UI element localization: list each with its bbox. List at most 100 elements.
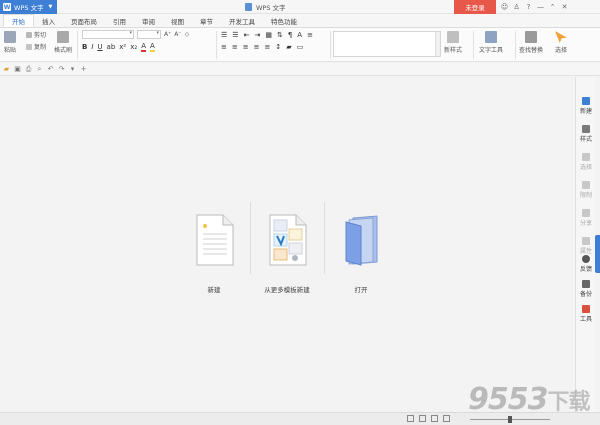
strikethrough-icon[interactable]: ab [107, 43, 116, 51]
copy-icon [26, 43, 32, 50]
minimize-icon[interactable]: — [536, 3, 545, 11]
tab-page-layout[interactable]: 页面布局 [63, 14, 105, 27]
app-menu-button[interactable]: W WPS 文字 ▼ [0, 0, 57, 14]
find-replace-button[interactable]: 查找替换 [519, 31, 543, 54]
paste-button[interactable]: 粘贴 [4, 31, 16, 54]
line-spacing-icon[interactable]: ≡ [307, 31, 313, 39]
text-tools-label: 文字工具 [479, 47, 504, 54]
justify-icon[interactable]: ≡ [254, 43, 260, 51]
sidebar-item-tools[interactable]: 工具 [576, 305, 596, 323]
shading-icon[interactable]: ▰ [286, 43, 291, 51]
style-gallery[interactable] [333, 31, 441, 57]
highlight-icon[interactable]: A [149, 42, 155, 52]
sidebar-item-backup[interactable]: 备份 [576, 280, 596, 298]
italic-icon[interactable]: I [91, 43, 93, 51]
table-icon[interactable]: ▦ [265, 31, 272, 39]
subscript-icon[interactable]: x₂ [130, 43, 137, 51]
sidebar-item-feedback[interactable]: 反馈 [576, 255, 596, 273]
spacing-icon[interactable]: ↕ [275, 43, 281, 51]
copy-button[interactable]: 复制 [26, 42, 46, 51]
print-preview-icon[interactable]: ⌕ [36, 65, 43, 74]
open-document-button[interactable] [343, 214, 381, 266]
new-from-template-label[interactable]: 从更多模板新建 [264, 284, 310, 294]
format-painter-button[interactable]: 格式刷 [54, 31, 72, 54]
tab-home[interactable]: 开始 [3, 14, 34, 27]
sidebar-item-new[interactable]: 新建 [576, 97, 596, 115]
outdent-icon[interactable]: ⇤ [244, 31, 250, 39]
open-folder-icon[interactable]: ▰ [3, 65, 10, 73]
border-icon[interactable]: ▭ [297, 43, 304, 51]
web-view-icon[interactable] [431, 415, 438, 422]
sidebar-item-select[interactable]: 选择 [576, 153, 596, 171]
tab-view[interactable]: 视图 [163, 14, 192, 27]
skin-icon[interactable]: ☺ [500, 3, 509, 11]
backup-icon [582, 280, 590, 288]
redo-icon[interactable]: ↷ [58, 65, 65, 73]
read-view-icon[interactable] [443, 415, 450, 422]
tab-section[interactable]: 章节 [192, 14, 221, 27]
chevron-down-icon[interactable]: ▾ [69, 65, 76, 73]
superscript-icon[interactable]: x² [119, 43, 126, 51]
save-icon[interactable]: ▣ [14, 65, 21, 73]
close-icon[interactable]: ✕ [560, 3, 569, 11]
distribute-icon[interactable]: ≡ [265, 43, 271, 51]
text-direction-icon[interactable]: A [297, 31, 302, 39]
font-color-icon[interactable]: A [141, 42, 146, 52]
cut-label: 剪切 [34, 32, 47, 39]
new-from-template-button[interactable] [269, 214, 307, 266]
new-document-label[interactable]: 新建 [208, 284, 221, 294]
sidebar-item-label: 选择 [579, 164, 592, 171]
sidebar-item-label: 分享 [579, 220, 592, 227]
align-right-icon[interactable]: ≡ [243, 43, 249, 51]
style-gallery-scrollbar[interactable] [435, 32, 440, 56]
print-icon[interactable]: ⎙ [25, 65, 32, 74]
font-size-select[interactable] [137, 30, 161, 39]
brush-icon [57, 31, 69, 43]
restore-icon[interactable]: ⌃ [548, 3, 557, 11]
tab-review[interactable]: 审阅 [134, 14, 163, 27]
chevron-down-icon: ▼ [48, 4, 53, 10]
add-tab-icon[interactable]: + [80, 65, 87, 73]
bullets-icon[interactable]: ☰ [221, 31, 227, 39]
new-style-button[interactable]: 新样式 [444, 31, 462, 54]
sidebar-item-restrict[interactable]: 限制 [576, 181, 596, 199]
numbering-icon[interactable]: ☰ [232, 31, 238, 39]
tab-insert[interactable]: 插入 [34, 14, 63, 27]
sidebar-item-share[interactable]: 分享 [576, 209, 596, 227]
sidebar-collapse-handle[interactable] [595, 235, 600, 273]
font-family-select[interactable] [82, 30, 134, 39]
sidebar-item-style[interactable]: 样式 [576, 125, 596, 143]
zoom-slider-thumb[interactable] [508, 416, 512, 423]
select-button[interactable]: 选择 [555, 31, 567, 54]
open-document-label[interactable]: 打开 [355, 284, 368, 294]
tab-developer[interactable]: 开发工具 [221, 14, 263, 27]
page-view-icon[interactable] [407, 415, 414, 422]
divider [324, 202, 325, 274]
login-button[interactable]: 未登录 [454, 0, 496, 14]
bold-icon[interactable]: B [82, 43, 87, 51]
text-tools-button[interactable]: 文字工具 [479, 31, 503, 54]
clear-format-icon[interactable]: ◇ [185, 30, 190, 39]
shirt-icon[interactable]: ♙ [512, 3, 521, 11]
undo-icon[interactable]: ↶ [47, 65, 54, 73]
underline-icon[interactable]: U [97, 43, 102, 51]
show-marks-icon[interactable]: ¶ [288, 31, 292, 39]
template-document-icon [269, 214, 307, 266]
ribbon-tabs: 开始 插入 页面布局 引用 审阅 视图 章节 开发工具 特色功能 [0, 14, 600, 28]
sidebar-item-label: 属性 [579, 248, 592, 255]
sort-icon[interactable]: ⇅ [277, 31, 283, 39]
help-icon[interactable]: ? [524, 3, 533, 11]
outline-view-icon[interactable] [419, 415, 426, 422]
grow-font-icon[interactable]: A⁺ [164, 30, 171, 39]
tab-references[interactable]: 引用 [105, 14, 134, 27]
divider [250, 202, 251, 274]
new-document-button[interactable] [196, 214, 234, 266]
align-left-icon[interactable]: ≡ [221, 43, 227, 51]
cut-button[interactable]: 剪切 [26, 30, 46, 39]
indent-icon[interactable]: ⇥ [254, 31, 260, 39]
align-center-icon[interactable]: ≡ [232, 43, 238, 51]
shrink-font-icon[interactable]: A⁻ [174, 30, 181, 39]
tab-features[interactable]: 特色功能 [263, 14, 305, 27]
sidebar-item-label: 样式 [579, 136, 592, 143]
sidebar-item-properties[interactable]: 属性 [576, 237, 596, 255]
